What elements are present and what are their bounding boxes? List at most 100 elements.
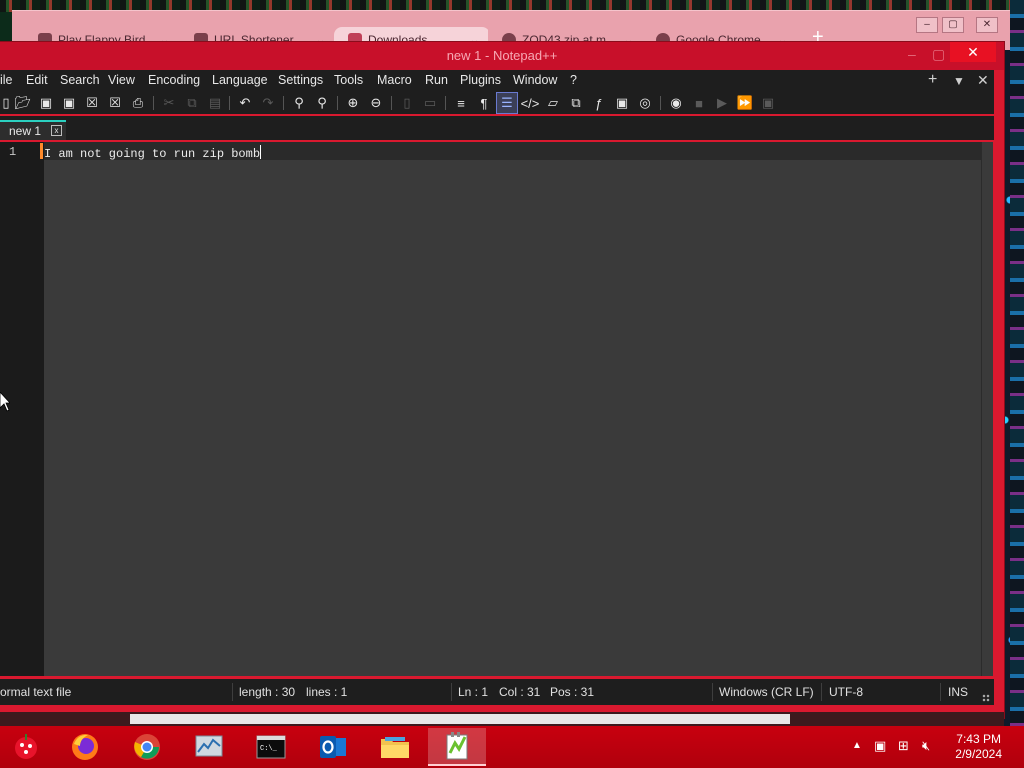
- status-separator: [821, 683, 822, 701]
- paste-icon[interactable]: ▤: [205, 93, 225, 113]
- menu-help[interactable]: ?: [570, 73, 577, 87]
- firefox-icon: [72, 734, 98, 760]
- play-macro-icon[interactable]: ▶: [712, 93, 732, 113]
- taskbar-file-explorer-app[interactable]: [366, 728, 424, 766]
- save-all-icon[interactable]: ▣: [59, 93, 79, 113]
- sync-horizontal-icon[interactable]: ▭: [420, 93, 440, 113]
- folder-icon: [381, 737, 409, 758]
- close-document-icon[interactable]: ✕: [977, 72, 989, 89]
- scrollbar-thumb[interactable]: [130, 714, 790, 724]
- browser-close-button[interactable]: ✕: [976, 17, 998, 33]
- svg-text:C:\_: C:\_: [260, 745, 278, 753]
- sync-vertical-icon[interactable]: ▯: [397, 93, 417, 113]
- menu-macro[interactable]: Macro: [377, 73, 412, 87]
- list-tabs-dropdown-icon[interactable]: ▼: [953, 74, 965, 88]
- zoom-out-icon[interactable]: ⊖: [366, 93, 386, 113]
- browser-maximize-button[interactable]: ▢: [942, 17, 964, 33]
- word-wrap-icon[interactable]: ≡: [451, 93, 471, 113]
- menu-plugins[interactable]: Plugins: [460, 73, 501, 87]
- display-icon[interactable]: ⊞: [898, 738, 909, 754]
- taskbar-task-manager-app[interactable]: [180, 728, 238, 766]
- indent-guide-icon[interactable]: ☰: [496, 92, 518, 114]
- volume-muted-icon[interactable]: 🔇︎: [922, 738, 930, 754]
- status-line-number: Ln : 1: [458, 685, 489, 699]
- undo-icon[interactable]: ↶: [235, 93, 255, 113]
- close-file-icon[interactable]: ☒: [82, 93, 102, 113]
- save-icon[interactable]: ▣: [36, 93, 56, 113]
- chrome-icon: [134, 734, 160, 760]
- run-macro-multiple-icon[interactable]: ⏩: [735, 93, 755, 113]
- status-eol-format[interactable]: Windows (CR LF): [719, 685, 814, 699]
- show-hidden-icons-button[interactable]: ▲: [852, 740, 862, 751]
- status-encoding[interactable]: UTF-8: [829, 685, 863, 699]
- menu-edit[interactable]: Edit: [26, 73, 48, 87]
- editor-line-1[interactable]: I am not going to run zip bomb: [44, 145, 262, 161]
- save-macro-icon[interactable]: ▣: [758, 93, 778, 113]
- replace-icon[interactable]: ⚲: [312, 93, 332, 113]
- menu-file[interactable]: ile: [0, 73, 13, 87]
- taskbar-command-prompt-app[interactable]: C:\_: [242, 728, 300, 766]
- document-tab-new-1[interactable]: new 1 x: [0, 120, 66, 140]
- taskbar-antivirus-app[interactable]: [0, 728, 52, 766]
- close-all-icon[interactable]: ☒: [105, 93, 125, 113]
- xml-tag-icon[interactable]: </>: [520, 93, 540, 113]
- clock-date: 2/9/2024: [955, 747, 1002, 761]
- close-tab-icon[interactable]: x: [51, 125, 62, 136]
- vertical-scrollbar[interactable]: [981, 142, 993, 676]
- taskbar-notepad-plus-plus-app[interactable]: [428, 728, 486, 766]
- toolbar-separator: [283, 96, 284, 110]
- taskbar-chrome-app[interactable]: [118, 728, 176, 766]
- maximize-icon[interactable]: ▢: [932, 46, 945, 63]
- status-separator: [712, 683, 713, 701]
- status-lines: lines : 1: [306, 685, 348, 699]
- cut-icon[interactable]: ✂: [159, 93, 179, 113]
- network-icon[interactable]: ▣: [874, 738, 886, 754]
- status-length: length : 30: [239, 685, 296, 699]
- monitoring-icon[interactable]: ◎: [635, 93, 655, 113]
- menu-view[interactable]: View: [108, 73, 135, 87]
- antivirus-icon: [15, 734, 37, 759]
- taskbar-outlook-app[interactable]: [304, 728, 362, 766]
- record-macro-icon[interactable]: ◉: [666, 93, 686, 113]
- close-window-button[interactable]: ✕: [950, 42, 996, 62]
- find-icon[interactable]: ⚲: [289, 93, 309, 113]
- function-list-icon[interactable]: ƒ: [589, 93, 609, 113]
- folder-as-workspace-icon[interactable]: ▣: [612, 93, 632, 113]
- browser-minimize-button[interactable]: –: [916, 17, 938, 33]
- menu-tools[interactable]: Tools: [334, 73, 363, 87]
- stop-macro-icon[interactable]: ■: [689, 93, 709, 113]
- status-separator: [232, 683, 233, 701]
- resize-grip[interactable]: [982, 694, 990, 702]
- print-icon[interactable]: ⎙: [128, 93, 148, 113]
- menu-language[interactable]: Language: [212, 73, 268, 87]
- add-tab-icon[interactable]: +: [928, 71, 937, 89]
- minimize-icon[interactable]: –: [908, 46, 916, 62]
- taskbar-firefox-app[interactable]: [56, 728, 114, 766]
- status-column: Col : 31: [499, 685, 541, 699]
- document-map-icon[interactable]: ▱: [543, 93, 563, 113]
- menu-encoding[interactable]: Encoding: [148, 73, 200, 87]
- task-manager-icon: [195, 735, 223, 757]
- command-prompt-icon: C:\_: [256, 735, 286, 759]
- menu-run[interactable]: Run: [425, 73, 448, 87]
- menu-window[interactable]: Window: [513, 73, 557, 87]
- menu-search[interactable]: Search: [60, 73, 100, 87]
- toolbar-separator: [337, 96, 338, 110]
- document-list-icon[interactable]: ⧉: [566, 93, 586, 113]
- editor-text: I am not going to run zip bomb: [44, 147, 261, 161]
- system-clock[interactable]: 7:43 PM 2/9/2024: [955, 732, 1002, 762]
- status-separator: [940, 683, 941, 701]
- open-file-icon[interactable]: 📂︎: [13, 93, 33, 113]
- menu-settings[interactable]: Settings: [278, 73, 323, 87]
- toolbar: ▯ 📂︎ ▣ ▣ ☒ ☒ ⎙ ✂ ⧉ ▤ ↶ ↷ ⚲ ⚲ ⊕ ⊖ ▯ ▭ ≡ ¶…: [0, 92, 994, 114]
- redo-icon[interactable]: ↷: [258, 93, 278, 113]
- copy-icon[interactable]: ⧉: [182, 93, 202, 113]
- show-all-characters-icon[interactable]: ¶: [474, 93, 494, 113]
- status-insert-mode: INS: [948, 685, 969, 699]
- title-bar[interactable]: new 1 - Notepad++ – ▢ ✕: [0, 42, 1004, 70]
- text-editor[interactable]: 1 I am not going to run zip bomb: [0, 142, 993, 676]
- window-title: new 1 - Notepad++: [446, 48, 558, 63]
- zoom-in-icon[interactable]: ⊕: [343, 93, 363, 113]
- toolbar-separator: [153, 96, 154, 110]
- background-horizontal-scrollbar[interactable]: [0, 712, 1004, 726]
